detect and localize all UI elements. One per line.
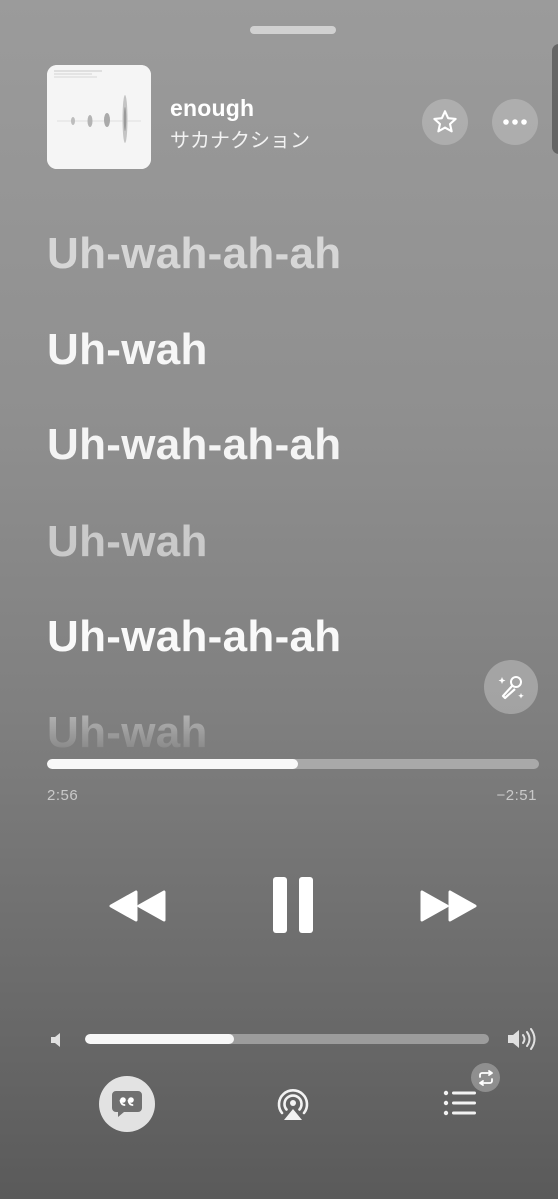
forward-button[interactable] [416,880,482,932]
song-title[interactable]: enough [170,95,254,122]
lyric-line[interactable]: Uh-wah [47,708,208,758]
microphone-sparkle-icon [498,676,524,700]
lyric-line[interactable]: Uh-wah-ah-ah [47,229,341,279]
playback-scrubber[interactable] [47,759,539,769]
ellipsis-icon [503,119,527,125]
star-icon [433,110,457,133]
list-icon [443,1090,476,1116]
pause-icon [273,877,313,933]
airplay-audio-icon [277,1089,309,1120]
volume-level-fill [85,1034,235,1044]
artist-name[interactable]: サカナクション [170,124,310,153]
lyric-line-current[interactable]: Uh-wah-ah-ah [47,612,341,662]
repeat-indicator[interactable] [471,1063,500,1092]
volume-slider[interactable] [85,1034,489,1044]
repeat-icon [478,1069,493,1086]
airplay-button[interactable] [272,1084,314,1124]
lyric-line[interactable]: Uh-wah-ah-ah [47,420,341,470]
elapsed-time: 2:56 [47,787,79,804]
album-artwork-waveform-icon [47,65,151,169]
lyric-line[interactable]: Uh-wah [47,325,208,375]
more-options-button[interactable] [492,99,538,145]
playback-progress-fill [47,759,298,769]
forward-icon [420,890,477,922]
pause-button[interactable] [266,872,320,938]
remaining-time: −2:51 [496,787,537,804]
quote-bubble-icon [112,1091,142,1117]
backward-icon [109,890,166,922]
now-playing-header: enough サカナクション [0,0,558,180]
speaker-low-icon [51,1033,60,1047]
rewind-button[interactable] [104,880,170,932]
lyric-line[interactable]: Uh-wah [47,517,208,567]
album-artwork[interactable] [47,65,151,169]
sing-mode-button[interactable] [484,660,538,714]
speaker-high-icon [508,1028,536,1050]
queue-button[interactable] [440,1086,480,1120]
favorite-button[interactable] [422,99,468,145]
lyrics-toggle-button[interactable] [99,1076,155,1132]
